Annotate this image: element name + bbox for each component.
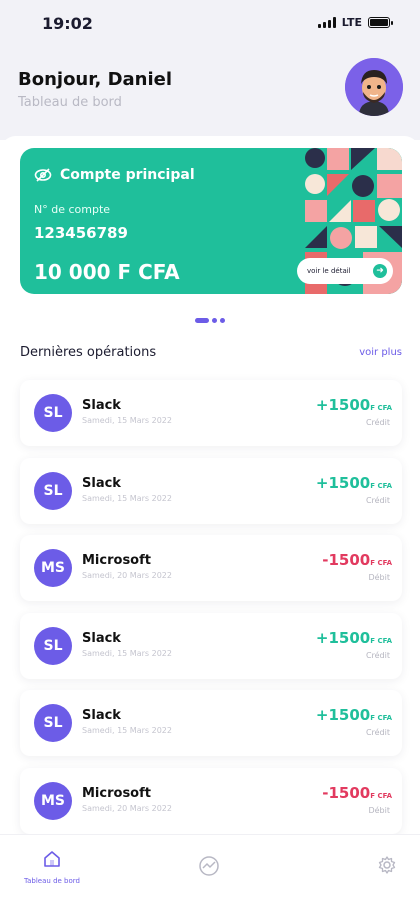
signal-icon — [317, 17, 336, 28]
operation-date: Samedi, 20 Mars 2022 — [82, 804, 172, 813]
operation-date: Samedi, 15 Mars 2022 — [82, 494, 172, 503]
operation-type: Débit — [368, 806, 390, 815]
bottom-nav: Tableau de bord — [0, 834, 420, 900]
account-number-label: N° de compte — [34, 203, 111, 216]
operation-row[interactable]: MS Microsoft Samedi, 20 Mars 2022 -1500F CF… — [20, 535, 402, 601]
operation-type: Crédit — [365, 496, 390, 505]
operation-amount: +1500F CFA — [316, 706, 392, 724]
account-balance: 10 000 F CFA — [34, 260, 180, 284]
status-time: 19:02 — [42, 14, 93, 33]
operation-amount: +1500F CFA — [316, 629, 392, 647]
operation-avatar: SL — [34, 627, 72, 665]
user-avatar[interactable] — [345, 58, 403, 116]
operation-row[interactable]: SL Slack Samedi, 15 Mars 2022 +1500F CFA Cré… — [20, 613, 402, 679]
page-subtitle: Tableau de bord — [18, 95, 122, 110]
operation-name: Slack — [82, 398, 121, 413]
operation-currency: F CFA — [370, 559, 392, 567]
operation-row[interactable]: SL Slack Samedi, 15 Mars 2022 +1500F CFA Cré… — [20, 380, 402, 446]
operation-amount: +1500F CFA — [316, 396, 392, 414]
operation-name: Microsoft — [82, 553, 151, 568]
operation-type: Crédit — [365, 651, 390, 660]
operation-row[interactable]: SL Slack Samedi, 15 Mars 2022 +1500F CFA Cré… — [20, 458, 402, 524]
operation-currency: F CFA — [370, 714, 392, 722]
operation-avatar: SL — [34, 394, 72, 432]
operation-currency: F CFA — [370, 482, 392, 490]
card-pagination[interactable] — [195, 318, 225, 323]
pagination-dot[interactable] — [212, 318, 217, 323]
nav-tab-stats[interactable] — [198, 855, 220, 881]
operation-currency: F CFA — [370, 637, 392, 645]
operation-date: Samedi, 15 Mars 2022 — [82, 416, 172, 425]
operation-avatar: MS — [34, 782, 72, 820]
view-details-label: voir le détail — [307, 267, 351, 275]
operation-currency: F CFA — [370, 404, 392, 412]
eye-off-icon[interactable] — [34, 166, 52, 184]
operation-amount-value: +1500 — [315, 706, 371, 724]
chart-icon — [199, 856, 219, 876]
operation-avatar: MS — [34, 549, 72, 587]
nav-tab-label: Tableau de bord — [24, 877, 80, 885]
greeting-title: Bonjour, Daniel — [18, 69, 173, 90]
account-number: 123456789 — [34, 224, 128, 242]
nav-tab-dashboard[interactable]: Tableau de bord — [22, 849, 82, 885]
operation-amount-value: +1500 — [315, 396, 371, 414]
operation-name: Slack — [82, 708, 121, 723]
gear-icon — [378, 856, 396, 874]
account-card[interactable]: Compte principal N° de compte 123456789 … — [20, 148, 402, 294]
operation-name: Slack — [82, 476, 121, 491]
operation-type: Débit — [368, 573, 390, 582]
operation-row[interactable]: MS Microsoft Samedi, 20 Mars 2022 -1500F CF… — [20, 768, 402, 834]
operation-currency: F CFA — [370, 792, 392, 800]
operation-amount-value: -1500 — [322, 784, 371, 802]
operation-type: Crédit — [365, 418, 390, 427]
operation-name: Slack — [82, 631, 121, 646]
see-more-link[interactable]: voir plus — [359, 347, 402, 358]
operation-date: Samedi, 15 Mars 2022 — [82, 726, 172, 735]
operation-avatar: SL — [34, 472, 72, 510]
operation-type: Crédit — [365, 728, 390, 737]
operation-avatar: SL — [34, 704, 72, 742]
pagination-dot-active[interactable] — [195, 318, 209, 323]
operation-name: Microsoft — [82, 786, 151, 801]
operation-date: Samedi, 15 Mars 2022 — [82, 649, 172, 658]
operation-date: Samedi, 20 Mars 2022 — [82, 571, 172, 580]
account-card-title: Compte principal — [60, 167, 195, 183]
arrow-right-icon: ➜ — [373, 264, 387, 278]
operation-amount: +1500F CFA — [316, 474, 392, 492]
home-icon — [44, 851, 60, 867]
network-label: LTE — [341, 16, 362, 29]
operation-amount-value: -1500 — [322, 551, 371, 569]
operation-amount-value: +1500 — [315, 474, 371, 492]
operation-amount-value: +1500 — [315, 629, 371, 647]
section-title: Dernières opérations — [20, 345, 157, 360]
battery-icon — [368, 17, 393, 28]
nav-tab-settings[interactable] — [377, 855, 397, 879]
pagination-dot[interactable] — [220, 318, 225, 323]
account-card-header: Compte principal — [34, 166, 195, 184]
status-bar: 19:02 LTE — [0, 0, 420, 44]
view-details-button[interactable]: voir le détail ➜ — [297, 258, 393, 284]
operation-amount: -1500F CFA — [322, 551, 392, 569]
operation-row[interactable]: SL Slack Samedi, 15 Mars 2022 +1500F CFA Cré… — [20, 690, 402, 756]
status-indicators: LTE — [317, 16, 393, 29]
operation-amount: -1500F CFA — [322, 784, 392, 802]
